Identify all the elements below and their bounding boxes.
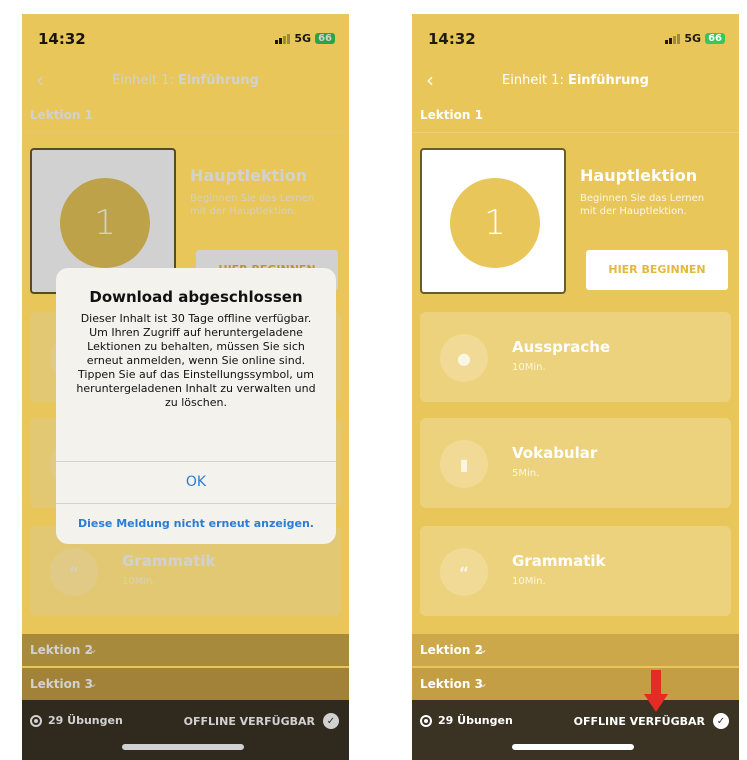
- home-indicator: [512, 744, 634, 750]
- exercises-count: 29 Übungen: [420, 714, 513, 727]
- status-time: 14:32: [428, 30, 476, 48]
- dialog-title: Download abgeschlossen: [89, 288, 303, 306]
- network-label: 5G: [294, 32, 312, 45]
- dialog-message: Dieser Inhalt ist 30 Tage offline verfüg…: [76, 312, 316, 409]
- battery-icon: 66: [705, 33, 725, 44]
- chevron-down-icon: ⌄: [88, 676, 99, 690]
- main-lesson-subtitle: Beginnen Sie das Lernen mit der Hauptlek…: [190, 193, 315, 217]
- nav-bar: ‹ Einheit 1: Einführung: [412, 70, 739, 94]
- phone-screen-right: 14:32 5G 66 ‹ Einheit 1: Einführung Lekt…: [412, 14, 739, 760]
- card-duration: 10Min.: [122, 576, 156, 587]
- exercise-icon: [30, 714, 42, 727]
- card-vokabular[interactable]: ▮ Vokabular 5Min.: [420, 418, 731, 508]
- status-bar: 14:32 5G 66: [412, 14, 739, 66]
- card-title: Grammatik: [512, 552, 606, 570]
- download-dialog: Download abgeschlossen Dieser Inhalt ist…: [56, 268, 336, 544]
- lesson-label: Lektion 3: [420, 677, 483, 691]
- divider: [22, 132, 349, 133]
- bottom-bar: 29 Übungen OFFLINE VERFÜGBAR ✓: [22, 700, 349, 760]
- lesson-number: 1: [60, 178, 150, 268]
- network-status: 5G 66: [275, 32, 335, 45]
- home-indicator: [122, 744, 244, 750]
- main-lesson-subtitle: Beginnen Sie das Lernen mit der Hauptlek…: [580, 193, 705, 217]
- lesson-thumbnail[interactable]: 1: [420, 148, 566, 294]
- microphone-icon: ●: [440, 334, 488, 382]
- main-lesson-title: Hauptlektion: [190, 166, 308, 185]
- quote-icon: “: [440, 548, 488, 596]
- book-icon: ▮: [440, 440, 488, 488]
- lesson-header[interactable]: Lektion 1: [30, 108, 93, 122]
- nav-bar: ‹ Einheit 1: Einführung: [22, 70, 349, 94]
- bottom-bar: 29 Übungen OFFLINE VERFÜGBAR ✓: [412, 700, 739, 760]
- lesson-row-3[interactable]: Lektion 3 ⌄: [412, 668, 739, 700]
- card-aussprache[interactable]: ● Aussprache 10Min.: [420, 312, 731, 402]
- card-title: Aussprache: [512, 338, 611, 356]
- offline-toggle[interactable]: OFFLINE VERFÜGBAR ✓: [184, 713, 339, 729]
- battery-icon: 66: [315, 33, 335, 44]
- quote-icon: “: [50, 548, 98, 596]
- lesson-row-2[interactable]: Lektion 2 ⌄: [22, 634, 349, 666]
- signal-icon: [665, 33, 681, 44]
- red-arrow-annotation: [644, 670, 668, 716]
- exercise-icon: [420, 714, 432, 727]
- network-label: 5G: [684, 32, 702, 45]
- chevron-down-icon: ⌄: [478, 676, 489, 690]
- page-title: Einheit 1: Einführung: [112, 73, 259, 88]
- download-check-icon: ✓: [323, 713, 339, 729]
- status-time: 14:32: [38, 30, 86, 48]
- card-title: Grammatik: [122, 552, 216, 570]
- exercises-count: 29 Übungen: [30, 714, 123, 727]
- start-button[interactable]: HIER BEGINNEN: [586, 250, 728, 290]
- page-title: Einheit 1: Einführung: [502, 73, 649, 88]
- lesson-row-2[interactable]: Lektion 2 ⌄: [412, 634, 739, 666]
- main-lesson-title: Hauptlektion: [580, 166, 698, 185]
- divider: [412, 132, 739, 133]
- phone-screen-left: 14:32 5G 66 ‹ Einheit 1: Einführung Lekt…: [22, 14, 349, 760]
- dont-show-again-button[interactable]: Diese Meldung nicht erneut anzeigen.: [56, 504, 336, 544]
- lesson-header[interactable]: Lektion 1: [420, 108, 483, 122]
- chevron-down-icon: ⌄: [88, 642, 99, 656]
- card-duration: 10Min.: [512, 576, 546, 587]
- card-title: Vokabular: [512, 444, 598, 462]
- card-duration: 5Min.: [512, 468, 540, 479]
- status-bar: 14:32 5G 66: [22, 14, 349, 66]
- ok-button[interactable]: OK: [56, 462, 336, 502]
- card-grammatik[interactable]: “ Grammatik 10Min.: [420, 526, 731, 616]
- lesson-label: Lektion 2: [30, 643, 93, 657]
- lesson-label: Lektion 2: [420, 643, 483, 657]
- chevron-down-icon: ⌄: [478, 642, 489, 656]
- download-check-icon: ✓: [713, 713, 729, 729]
- lesson-row-3[interactable]: Lektion 3 ⌄: [22, 668, 349, 700]
- screen-content: 14:32 5G 66 ‹ Einheit 1: Einführung Lekt…: [412, 14, 739, 760]
- card-duration: 10Min.: [512, 362, 546, 373]
- lesson-number: 1: [450, 178, 540, 268]
- lesson-label: Lektion 3: [30, 677, 93, 691]
- signal-icon: [275, 33, 291, 44]
- network-status: 5G 66: [665, 32, 725, 45]
